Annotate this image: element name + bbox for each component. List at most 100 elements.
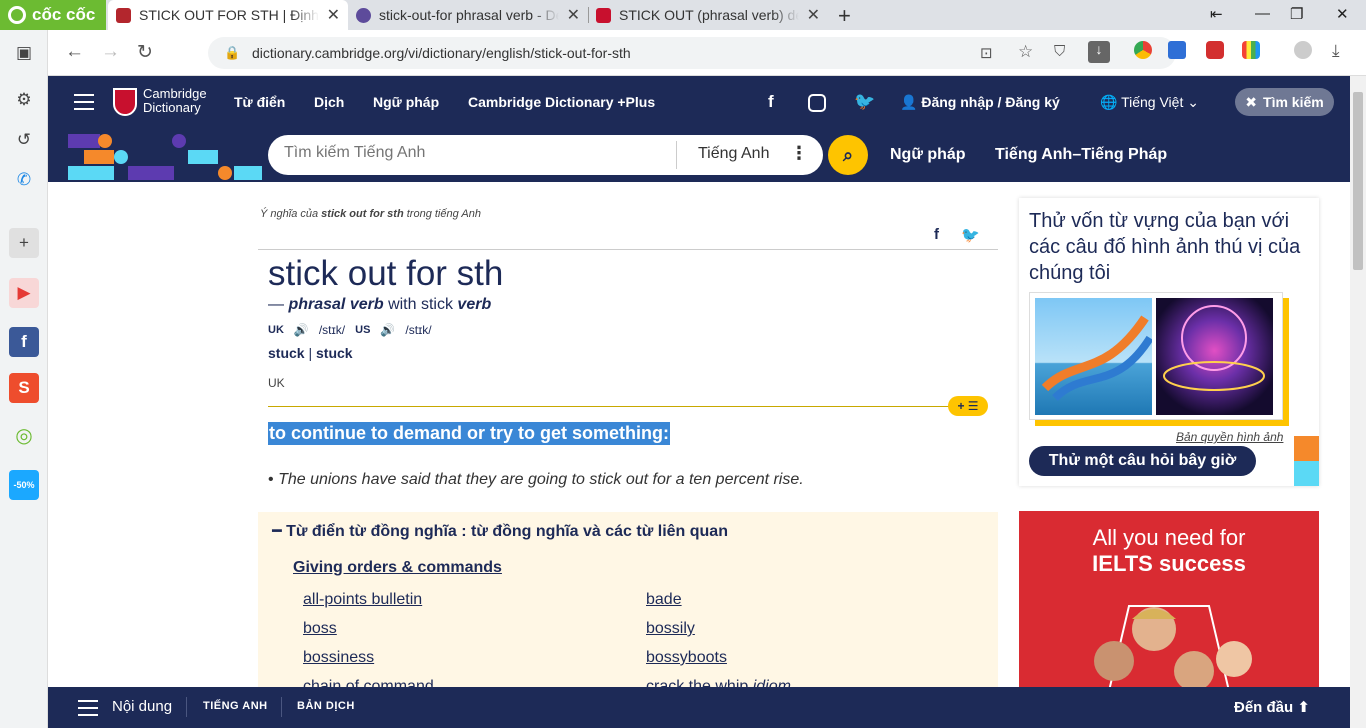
quiz-promo: Thử vốn từ vựng của bạn với các câu đố h…	[1019, 198, 1319, 486]
related-word[interactable]: all-points bulletin	[303, 591, 422, 609]
pos-verb[interactable]: verb	[457, 296, 491, 313]
related-word[interactable]: bossily	[646, 620, 695, 638]
example-bullet: •	[268, 471, 274, 488]
close-tab-icon[interactable]: ✕	[807, 5, 820, 25]
dictionary-selector[interactable]: Tiếng Anh	[698, 145, 769, 163]
related-word[interactable]: bossiness	[303, 649, 374, 667]
more-options-icon[interactable]: ⋮	[790, 143, 808, 164]
maximize-button[interactable]: ❐	[1290, 5, 1303, 23]
nav-translate[interactable]: Dịch	[314, 94, 344, 110]
nav-dictionary-plus[interactable]: Cambridge Dictionary +Plus	[468, 94, 655, 110]
shield-icon[interactable]: ⛉	[1054, 43, 1065, 60]
coccoc-logo[interactable]: cốc cốc	[0, 0, 106, 30]
water-slide-drawing	[1041, 315, 1154, 401]
messenger-icon[interactable]: ✆	[9, 165, 39, 195]
uk-ipa: /stɪk/	[318, 323, 346, 337]
cambridge-logo-text[interactable]: Cambridge Dictionary	[143, 87, 207, 115]
tab-translation[interactable]: BẢN DỊCH	[297, 700, 355, 712]
us-audio-icon[interactable]: 🔊	[380, 323, 395, 337]
add-app-icon[interactable]: +	[9, 228, 39, 258]
sense-divider	[268, 406, 958, 407]
extension-red-icon[interactable]	[1206, 41, 1224, 59]
nav-dictionary[interactable]: Từ điển	[234, 94, 285, 110]
history-icon[interactable]: ↺	[9, 125, 39, 155]
vertical-scrollbar[interactable]	[1350, 76, 1366, 728]
uk-audio-icon[interactable]: 🔊	[294, 323, 309, 337]
pos-label[interactable]: phrasal verb	[288, 296, 383, 313]
tab-english[interactable]: TIẾNG ANH	[203, 700, 268, 712]
login-link[interactable]: 👤 Đăng nhập / Đăng ký	[900, 94, 1060, 111]
back-arrow-icon[interactable]: ←	[65, 41, 84, 63]
twitter-share-icon[interactable]: 🐦	[961, 226, 980, 244]
bookmark-star-icon[interactable]: ☆	[1018, 42, 1033, 62]
thesaurus-header[interactable]: ━ Từ điển từ đồng nghĩa : từ đồng nghĩa …	[272, 521, 728, 541]
download-arrow-icon[interactable]: ⤓	[1332, 41, 1340, 61]
header-search-button[interactable]: ✖ Tìm kiếm	[1235, 88, 1334, 116]
search-box: Tiếng Anh ⋮	[268, 135, 823, 175]
tiki-icon[interactable]: -50%	[9, 470, 39, 500]
facebook-share-icon[interactable]: f	[934, 226, 939, 244]
coccoc-app-icon[interactable]: ◎	[9, 420, 39, 450]
english-french-link[interactable]: Tiếng Anh–Tiếng Pháp	[995, 146, 1167, 164]
new-tab-button[interactable]: +	[838, 3, 851, 29]
close-tab-icon[interactable]: ✕	[567, 5, 580, 25]
related-word[interactable]: bossyboots	[646, 649, 727, 667]
forward-arrow-icon[interactable]: →	[101, 41, 120, 63]
contents-button[interactable]: Nội dung	[112, 698, 172, 715]
language-selector[interactable]: 🌐 Tiếng Việt ⌄	[1100, 94, 1199, 111]
facebook-icon[interactable]: f	[768, 92, 774, 112]
extension-colors-icon[interactable]	[1242, 41, 1260, 59]
brand-line-2: Dictionary	[143, 100, 201, 115]
thesaurus-panel: ━ Từ điển từ đồng nghĩa : từ đồng nghĩa …	[258, 512, 998, 688]
tab-stick-out-definition[interactable]: STICK OUT (phrasal verb) definition ✕	[588, 0, 828, 30]
decor-shape	[68, 166, 114, 180]
grammar-link[interactable]: Ngữ pháp	[890, 146, 966, 164]
reload-icon[interactable]: ↻	[137, 41, 153, 64]
back-to-top-button[interactable]: Đến đầu ⬆	[1234, 698, 1310, 716]
lock-icon: 🔒	[224, 45, 241, 60]
facebook-icon[interactable]: f	[9, 327, 39, 357]
extension-new-icon[interactable]	[1168, 41, 1186, 59]
ielts-advertisement[interactable]: All you need for IELTS success	[1019, 511, 1319, 691]
search-submit-button[interactable]: ⌕	[828, 135, 868, 175]
pronunciation: UK 🔊 /stɪk/ US 🔊 /stɪk/	[268, 323, 432, 337]
scrollbar-thumb[interactable]	[1353, 92, 1363, 270]
extension-chrome-icon[interactable]	[1134, 41, 1152, 59]
try-quiz-button[interactable]: Thử một câu hỏi bây giờ	[1029, 446, 1256, 476]
site-header: Cambridge Dictionary Từ điển Dịch Ngữ phá…	[48, 76, 1350, 128]
close-tab-icon[interactable]: ✕	[327, 5, 340, 25]
related-word[interactable]: boss	[303, 620, 337, 638]
contents-menu-icon[interactable]	[78, 700, 98, 721]
translate-icon[interactable]: ⊡	[980, 44, 993, 62]
minimize-button[interactable]: —	[1255, 5, 1270, 22]
url-text[interactable]: dictionary.cambridge.org/vi/dictionary/e…	[252, 45, 631, 61]
profile-avatar[interactable]	[1294, 41, 1312, 59]
decor-shape	[114, 150, 128, 164]
download-icon[interactable]: ↓	[1088, 41, 1110, 63]
quiz-images[interactable]	[1029, 292, 1283, 420]
youtube-icon[interactable]: ▶	[9, 278, 39, 308]
shopee-icon[interactable]: S	[9, 373, 39, 403]
hamburger-menu-icon[interactable]	[74, 94, 94, 115]
tab-search-icon[interactable]: ⇤	[1210, 5, 1223, 23]
search-input[interactable]	[284, 144, 664, 162]
tab-stick-out-for-sth[interactable]: STICK OUT FOR STH | Định nghĩa ✕	[108, 0, 348, 30]
cambridge-shield-icon[interactable]	[113, 88, 137, 116]
instagram-icon[interactable]	[808, 94, 826, 112]
close-window-button[interactable]: ✕	[1336, 5, 1349, 23]
definition: to continue to demand or try to get some…	[268, 422, 670, 445]
nav-grammar[interactable]: Ngữ pháp	[373, 94, 439, 110]
add-to-list-button[interactable]: + ☰	[948, 396, 988, 416]
settings-gear-icon[interactable]: ⚙	[9, 85, 39, 115]
related-word[interactable]: bade	[646, 591, 682, 609]
thesaurus-category[interactable]: Giving orders & commands	[293, 559, 502, 577]
share-links: f 🐦	[934, 226, 980, 244]
sidebar-toggle-icon[interactable]: ▣	[9, 38, 39, 68]
image-credits-link[interactable]: Bản quyền hình ảnh	[1176, 430, 1283, 444]
twitter-icon[interactable]: 🐦	[854, 92, 875, 112]
entry-content: Ý nghĩa của stick out for sth trong tiến…	[258, 200, 998, 688]
decor-shape	[234, 166, 262, 180]
tab-stick-out-for-phrasal-verb[interactable]: stick-out-for phrasal verb - Definition …	[348, 0, 588, 30]
decor-shape	[128, 166, 174, 180]
tab-title: STICK OUT FOR STH | Định nghĩa	[139, 7, 319, 23]
